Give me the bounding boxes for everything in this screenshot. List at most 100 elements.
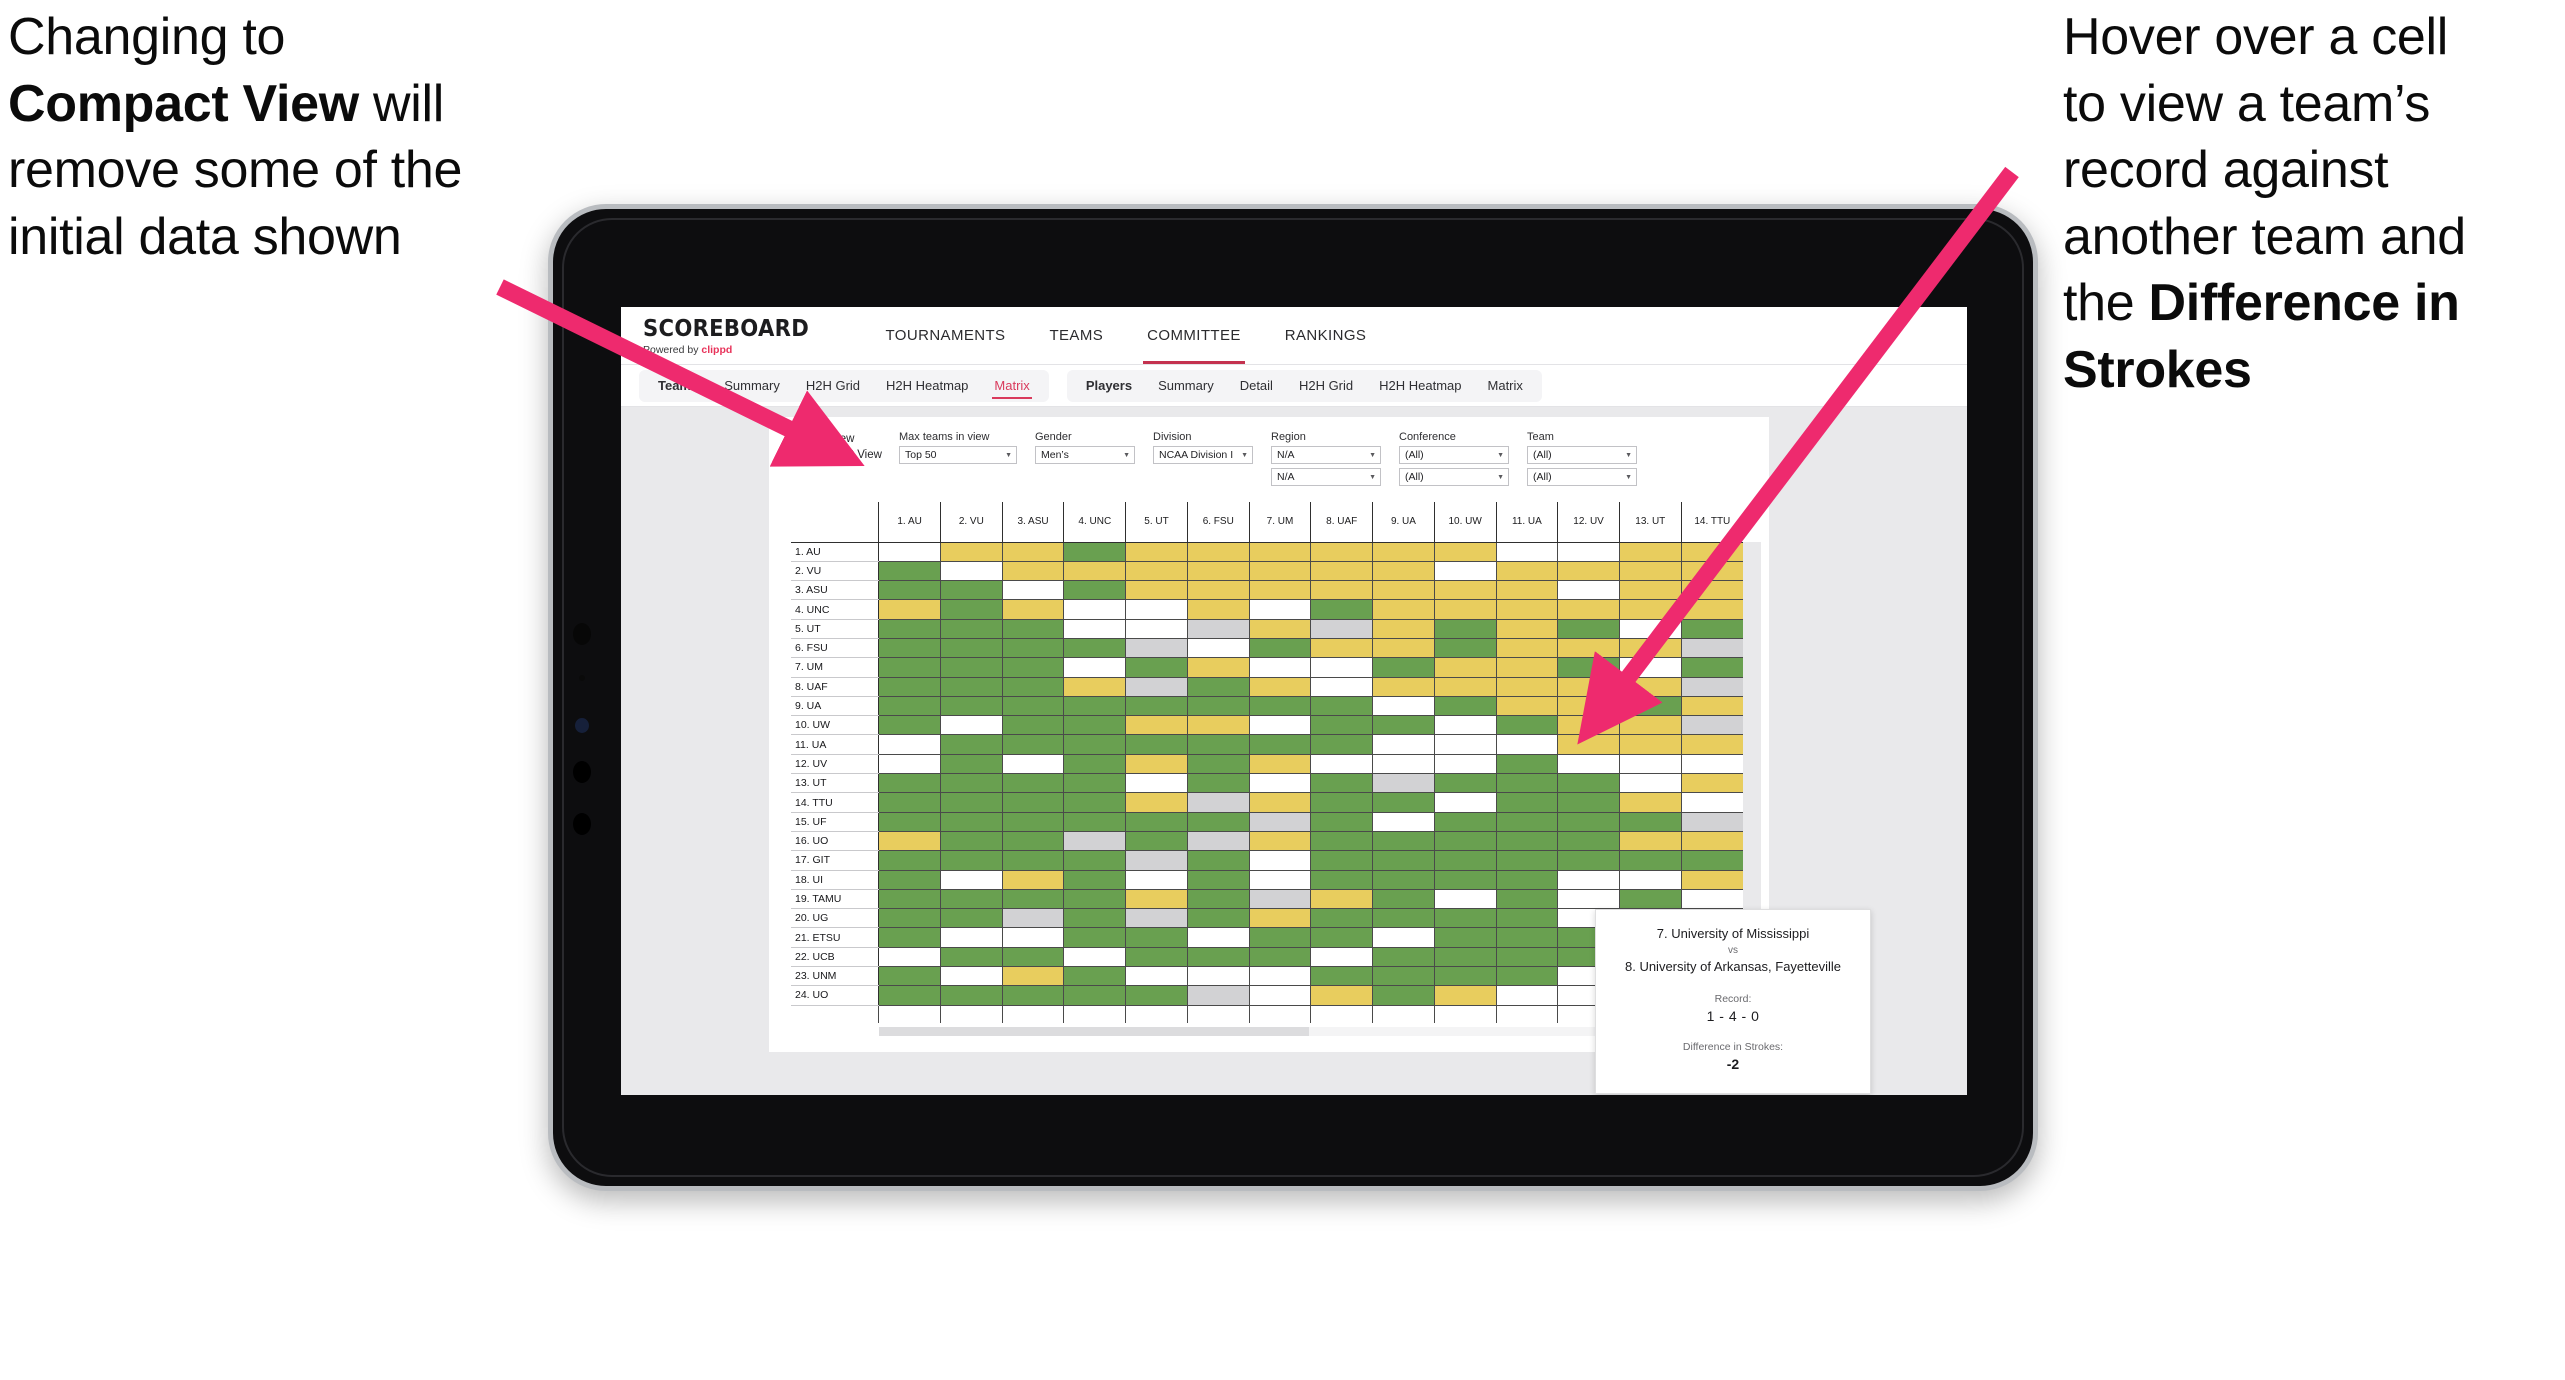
matrix-cell[interactable] bbox=[1433, 754, 1497, 775]
matrix-cell[interactable] bbox=[1125, 696, 1188, 717]
matrix-cell[interactable] bbox=[1618, 812, 1682, 832]
matrix-col-header[interactable]: 9. UA bbox=[1372, 502, 1435, 543]
matrix-cell[interactable] bbox=[1125, 947, 1188, 968]
matrix-cell[interactable] bbox=[878, 947, 941, 968]
matrix-cell[interactable] bbox=[1001, 561, 1064, 582]
matrix-cell[interactable] bbox=[1618, 734, 1682, 755]
matrix-col-header[interactable]: 8. UAF bbox=[1310, 502, 1373, 543]
matrix-cell[interactable] bbox=[1125, 812, 1188, 832]
matrix-cell[interactable] bbox=[1310, 542, 1373, 562]
matrix-cell[interactable] bbox=[1310, 985, 1373, 1006]
matrix-cell[interactable] bbox=[1248, 619, 1311, 639]
topnav-tab-rankings[interactable]: RANKINGS bbox=[1263, 307, 1389, 364]
matrix-cell[interactable] bbox=[1557, 715, 1620, 736]
matrix-cell[interactable] bbox=[1557, 870, 1620, 890]
matrix-cell[interactable] bbox=[1063, 542, 1126, 562]
filter-team-select-2[interactable]: (All) ▼ bbox=[1527, 468, 1637, 486]
matrix-cell[interactable] bbox=[1001, 908, 1064, 929]
matrix-cell[interactable] bbox=[1680, 599, 1743, 620]
matrix-row-header[interactable]: 24. UO bbox=[791, 985, 880, 1006]
matrix-cell[interactable] bbox=[878, 542, 941, 562]
matrix-cell[interactable] bbox=[1248, 715, 1311, 736]
matrix-cell[interactable] bbox=[1495, 831, 1558, 852]
matrix-cell[interactable] bbox=[1372, 927, 1435, 948]
matrix-cell[interactable] bbox=[1557, 792, 1620, 813]
matrix-cell[interactable] bbox=[939, 638, 1003, 659]
matrix-row-header[interactable]: 20. UG bbox=[791, 908, 880, 929]
matrix-cell[interactable] bbox=[1125, 850, 1188, 871]
matrix-cell[interactable] bbox=[1001, 870, 1064, 890]
matrix-cell[interactable] bbox=[1557, 734, 1620, 755]
matrix-cell[interactable] bbox=[1125, 734, 1188, 755]
matrix-cell[interactable] bbox=[1125, 677, 1188, 697]
matrix-cell[interactable] bbox=[878, 908, 941, 929]
matrix-cell[interactable] bbox=[1372, 715, 1435, 736]
matrix-cell[interactable] bbox=[1186, 561, 1250, 582]
subnav-teams-summary[interactable]: Summary bbox=[711, 370, 793, 402]
matrix-cell[interactable] bbox=[1495, 715, 1558, 736]
matrix-cell[interactable] bbox=[1618, 715, 1682, 736]
matrix-cell[interactable] bbox=[1248, 773, 1311, 794]
matrix-cell[interactable] bbox=[1557, 561, 1620, 582]
matrix-cell[interactable] bbox=[1001, 599, 1064, 620]
matrix-cell[interactable] bbox=[939, 889, 1003, 910]
matrix-cell[interactable] bbox=[1001, 580, 1064, 601]
matrix-col-header[interactable]: 6. FSU bbox=[1186, 502, 1250, 543]
matrix-cell[interactable] bbox=[1248, 657, 1311, 678]
matrix-cell[interactable] bbox=[878, 696, 941, 717]
matrix-cell[interactable] bbox=[1372, 966, 1435, 987]
subnav-players-h2h-heatmap[interactable]: H2H Heatmap bbox=[1366, 370, 1474, 402]
matrix-cell[interactable] bbox=[1433, 715, 1497, 736]
matrix-cell[interactable] bbox=[1186, 889, 1250, 910]
matrix-col-header[interactable]: 14. TTU bbox=[1680, 502, 1743, 543]
matrix-cell[interactable] bbox=[939, 677, 1003, 697]
matrix-cell[interactable] bbox=[939, 734, 1003, 755]
matrix-col-header[interactable]: 7. UM bbox=[1248, 502, 1311, 543]
matrix-cell[interactable] bbox=[1063, 696, 1126, 717]
matrix-col-header[interactable]: 13. UT bbox=[1618, 502, 1682, 543]
matrix-row-header[interactable]: 14. TTU bbox=[791, 792, 880, 813]
matrix-cell[interactable] bbox=[1186, 850, 1250, 871]
matrix-cell[interactable] bbox=[1557, 542, 1620, 562]
matrix-cell[interactable] bbox=[1186, 966, 1250, 987]
matrix-cell[interactable] bbox=[1125, 619, 1188, 639]
subnav-teams-h2h-heatmap[interactable]: H2H Heatmap bbox=[873, 370, 981, 402]
matrix-cell[interactable] bbox=[1433, 561, 1497, 582]
matrix-col-header[interactable]: 11. UA bbox=[1495, 502, 1558, 543]
matrix-cell[interactable] bbox=[878, 638, 941, 659]
app-logo[interactable]: SCOREBOARD Powered by clippd bbox=[643, 307, 864, 364]
matrix-cell[interactable] bbox=[1063, 773, 1126, 794]
matrix-cell[interactable] bbox=[1618, 657, 1682, 678]
matrix-cell[interactable] bbox=[878, 985, 941, 1006]
matrix-col-header[interactable]: 2. VU bbox=[939, 502, 1003, 543]
matrix-cell[interactable] bbox=[939, 966, 1003, 987]
matrix-cell[interactable] bbox=[1001, 619, 1064, 639]
matrix-cell[interactable] bbox=[1557, 696, 1620, 717]
matrix-cell[interactable] bbox=[1618, 561, 1682, 582]
matrix-cell[interactable] bbox=[1186, 947, 1250, 968]
matrix-cell[interactable] bbox=[1248, 947, 1311, 968]
matrix-row-header[interactable]: 7. UM bbox=[791, 657, 880, 678]
scrollbar-thumb[interactable] bbox=[879, 1027, 1309, 1037]
matrix-cell[interactable] bbox=[939, 773, 1003, 794]
matrix-cell[interactable] bbox=[1433, 966, 1497, 987]
matrix-cell[interactable] bbox=[1618, 580, 1682, 601]
matrix-cell[interactable] bbox=[1001, 985, 1064, 1006]
matrix-cell[interactable] bbox=[1372, 947, 1435, 968]
filter-conference-select-2[interactable]: (All) ▼ bbox=[1399, 468, 1509, 486]
matrix-cell[interactable] bbox=[1680, 619, 1743, 639]
matrix-cell[interactable] bbox=[1618, 870, 1682, 890]
matrix-cell[interactable] bbox=[1125, 792, 1188, 813]
matrix-cell[interactable] bbox=[1063, 657, 1126, 678]
matrix-cell[interactable] bbox=[1310, 927, 1373, 948]
matrix-cell[interactable] bbox=[1310, 850, 1373, 871]
matrix-cell[interactable] bbox=[1680, 889, 1743, 910]
matrix-cell[interactable] bbox=[1063, 561, 1126, 582]
matrix-cell[interactable] bbox=[1433, 985, 1497, 1006]
matrix-cell[interactable] bbox=[1495, 580, 1558, 601]
matrix-cell[interactable] bbox=[1618, 542, 1682, 562]
matrix-row-header[interactable]: 13. UT bbox=[791, 773, 880, 794]
matrix-cell[interactable] bbox=[1618, 696, 1682, 717]
matrix-cell[interactable] bbox=[1248, 850, 1311, 871]
matrix-cell[interactable] bbox=[1680, 715, 1743, 736]
